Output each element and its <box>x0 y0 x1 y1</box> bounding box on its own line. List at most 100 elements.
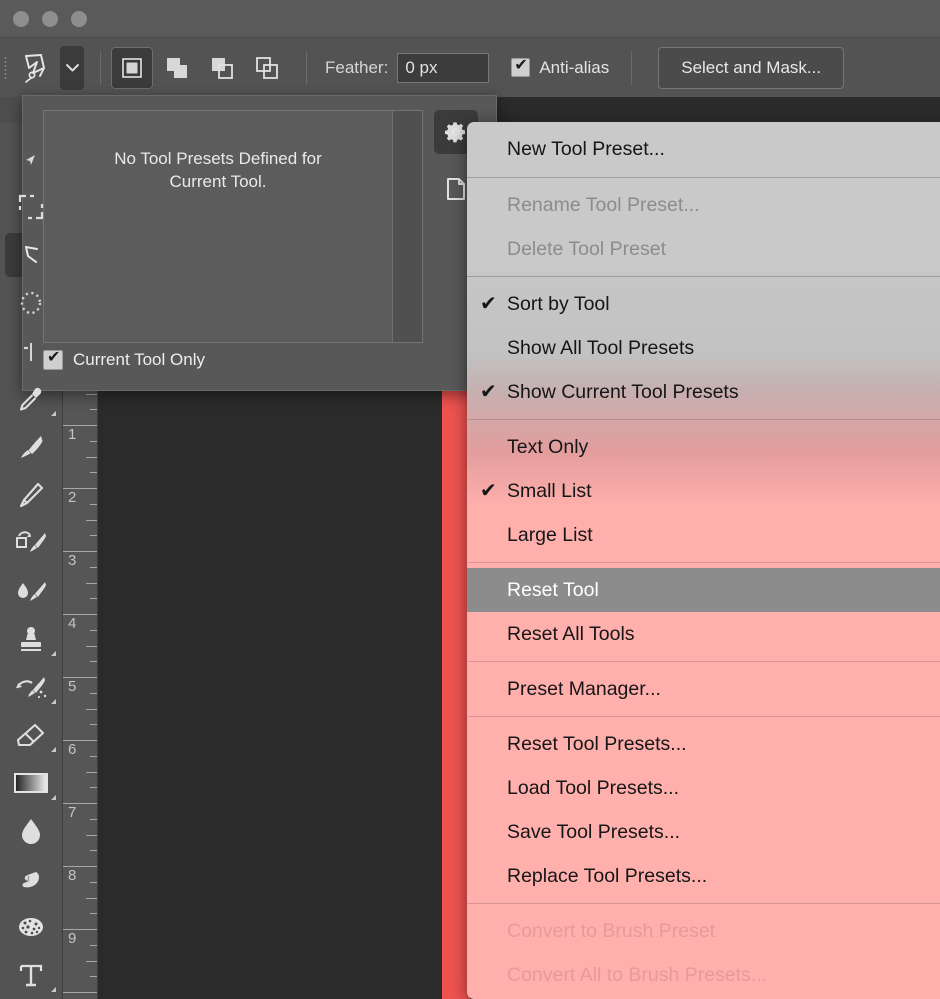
ruler-tick <box>90 598 97 600</box>
tool-presets-empty-message: No Tool Presets Defined for Current Tool… <box>44 147 392 193</box>
empty-line-2: Current Tool. <box>169 172 267 191</box>
clone-stamp-tool[interactable] <box>0 615 62 663</box>
feather-input[interactable] <box>397 52 490 83</box>
subtract-from-selection-button[interactable] <box>201 47 243 89</box>
smudge-tool[interactable] <box>0 855 62 903</box>
menu-item-label: Reset All Tools <box>507 623 635 645</box>
lasso-tool-icon <box>25 246 38 263</box>
move-tool-icon <box>26 155 35 165</box>
ruler-tick <box>90 566 97 568</box>
menu-item-label: Show Current Tool Presets <box>507 381 739 403</box>
current-tool-only-checkbox[interactable] <box>43 348 63 370</box>
menu-separator <box>467 276 940 277</box>
ruler-label: 2 <box>68 489 77 506</box>
tool-presets-context-menu[interactable]: New Tool Preset... Rename Tool Preset... D… <box>467 122 940 999</box>
menu-item-label: Convert All to Brush Presets... <box>507 964 768 986</box>
menu-item[interactable]: ✔ Sort by Tool <box>467 282 940 326</box>
menu-item[interactable]: Text Only <box>467 425 940 469</box>
menu-item[interactable]: ✔ Show Current Tool Presets <box>467 370 940 414</box>
menu-item[interactable]: Reset Tool Presets... <box>467 722 940 766</box>
sponge-tool[interactable] <box>0 903 62 951</box>
menu-item-label: Rename Tool Preset... <box>507 194 700 216</box>
menu-item[interactable]: Show All Tool Presets <box>467 326 940 370</box>
ruler-label: 8 <box>68 867 77 884</box>
ruler-tick <box>86 960 97 962</box>
menu-item-label: Reset Tool Presets... <box>507 733 687 755</box>
zoom-button-icon[interactable] <box>71 11 87 27</box>
new-selection-button[interactable] <box>111 46 153 89</box>
options-bar-grip[interactable] <box>0 38 14 97</box>
current-tool-only-label: Current Tool Only <box>73 350 205 369</box>
ruler-tick <box>90 409 97 411</box>
elliptical-marquee-icon <box>20 291 42 315</box>
gradient-tool[interactable] <box>0 759 62 807</box>
crop-tool-icon <box>18 194 44 220</box>
type-tool[interactable] <box>0 951 62 999</box>
mixer-brush-tool[interactable] <box>0 567 62 615</box>
tool-preset-picker-button[interactable] <box>60 45 84 90</box>
brush-tool-icon <box>21 436 43 458</box>
ruler-tick <box>90 944 97 946</box>
ruler-label: 7 <box>68 804 77 821</box>
menu-item[interactable]: Reset All Tools <box>467 612 940 656</box>
intersect-with-selection-button[interactable] <box>246 47 288 89</box>
red-selection-band <box>442 390 470 999</box>
select-and-mask-button[interactable]: Select and Mask... <box>658 46 845 89</box>
ruler-tick <box>63 992 97 993</box>
menu-item[interactable]: Replace Tool Presets... <box>467 854 940 898</box>
ruler-tick <box>90 535 97 537</box>
ruler-tick <box>90 472 97 474</box>
ruler-tick <box>86 897 97 899</box>
tool-flyout-indicator <box>51 699 56 704</box>
document-canvas[interactable] <box>98 390 442 999</box>
current-tool-only-row[interactable]: Current Tool Only <box>43 348 205 370</box>
brush-tool[interactable] <box>0 423 62 471</box>
menu-item-label: Delete Tool Preset <box>507 238 666 260</box>
minimize-button-icon[interactable] <box>42 11 58 27</box>
eraser-tool[interactable] <box>0 711 62 759</box>
options-separator-2 <box>306 50 307 85</box>
tool-flyout-indicator <box>51 651 56 656</box>
new-page-icon <box>447 178 465 200</box>
pencil-tool[interactable] <box>0 471 62 519</box>
menu-item[interactable]: Save Tool Presets... <box>467 810 940 854</box>
photoshop-window: Feather: Anti-alias Select and Mask... ›… <box>0 0 940 999</box>
tool-presets-scrollbar[interactable] <box>392 111 422 342</box>
mixer-brush-tool-icon <box>18 582 46 601</box>
menu-item[interactable]: ✔ Small List <box>467 469 940 513</box>
menu-item-label: Small List <box>507 480 592 502</box>
blur-tool[interactable] <box>0 807 62 855</box>
type-tool-icon <box>19 964 43 987</box>
menu-item[interactable]: New Tool Preset... <box>467 122 940 172</box>
art-history-brush-tool[interactable] <box>0 663 62 711</box>
feather-label: Feather: <box>325 57 389 77</box>
menu-item[interactable]: Reset Tool <box>467 568 940 612</box>
menu-item: Convert All to Brush Presets... <box>467 953 940 997</box>
history-brush-tool[interactable] <box>0 519 62 567</box>
tool-flyout-indicator <box>51 747 56 752</box>
antialias-checkbox[interactable] <box>511 56 531 77</box>
menu-item[interactable]: Load Tool Presets... <box>467 766 940 810</box>
ruler-tick <box>90 661 97 663</box>
menu-item[interactable]: Large List <box>467 513 940 557</box>
close-button-icon[interactable] <box>13 11 29 27</box>
menu-item[interactable]: Preset Manager... <box>467 667 940 711</box>
vertical-ruler[interactable]: 1 2 3 4 5 6 7 8 9 <box>62 390 98 999</box>
gear-icon <box>445 122 465 143</box>
ruler-tick <box>90 818 97 820</box>
ruler-tick <box>90 913 97 915</box>
menu-separator <box>467 177 940 178</box>
tool-presets-list[interactable]: No Tool Presets Defined for Current Tool… <box>43 110 423 343</box>
add-to-selection-button[interactable] <box>156 47 198 89</box>
ruler-label: 5 <box>68 678 77 695</box>
pencil-tool-icon <box>19 482 44 508</box>
ruler-tick <box>86 708 97 710</box>
traffic-light-group <box>13 11 87 27</box>
menu-item-label: New Tool Preset... <box>507 138 665 160</box>
menu-item-label: Preset Manager... <box>507 678 661 700</box>
menu-separator <box>467 716 940 717</box>
ruler-tick <box>86 645 97 647</box>
antialias-checkbox-group[interactable]: Anti-alias <box>511 56 609 78</box>
lasso-tool-icon[interactable] <box>14 38 60 97</box>
ruler-label: 1 <box>68 426 77 443</box>
